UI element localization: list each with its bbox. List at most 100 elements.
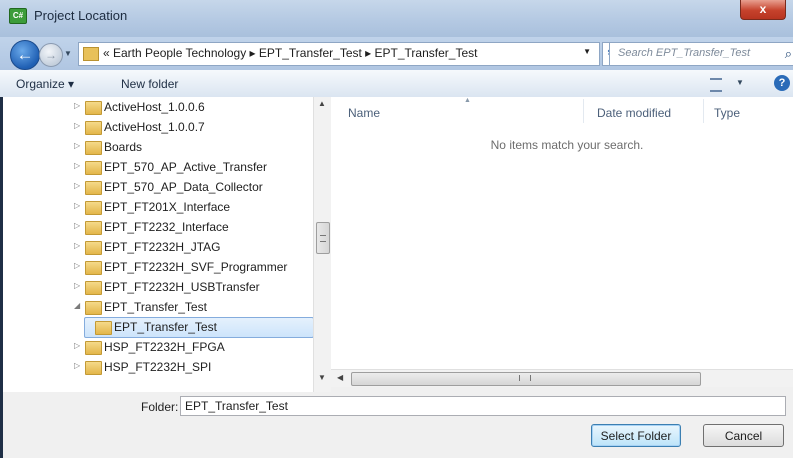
tree-item-label: Boards — [104, 140, 143, 154]
title-bar: C# Project Location x — [0, 0, 793, 37]
tree-item[interactable]: ▷ Boards — [0, 137, 330, 157]
scroll-thumb[interactable] — [351, 372, 701, 386]
expand-arrow-icon[interactable]: ▷ — [74, 221, 80, 230]
tree-item[interactable]: ▷ EPT_FT2232H_SVF_Programmer — [0, 257, 330, 277]
recent-locations-dropdown[interactable]: ▼ — [64, 49, 72, 58]
file-list-pane: ▲ Name Date modified Type No items match… — [331, 97, 793, 369]
column-header-type[interactable]: Type — [714, 106, 740, 120]
tree-item[interactable]: ▷ HSP_FT2232H_SPI — [0, 357, 330, 377]
tree-item-label: EPT_FT2232H_JTAG — [104, 240, 221, 254]
nav-vertical-scrollbar[interactable]: ▲ ▼ — [313, 97, 331, 392]
column-divider[interactable] — [583, 99, 584, 123]
tree-item-label: ActiveHost_1.0.0.6 — [104, 100, 205, 114]
expand-arrow-icon[interactable]: ▷ — [74, 181, 80, 190]
grip-icon — [320, 235, 326, 242]
folder-icon — [85, 261, 102, 275]
folder-icon — [83, 47, 99, 61]
tree-item-label: EPT_FT2232H_USBTransfer — [104, 280, 260, 294]
expand-arrow-icon[interactable]: ▷ — [74, 241, 80, 250]
tree-item-label: EPT_Transfer_Test — [114, 320, 217, 334]
new-folder-button[interactable]: New folder — [121, 77, 178, 91]
close-button[interactable]: x — [740, 0, 786, 20]
expand-arrow-icon[interactable]: ▷ — [74, 101, 80, 110]
search-placeholder: Search EPT_Transfer_Test — [618, 47, 751, 59]
tree-item[interactable]: ▷ ActiveHost_1.0.0.6 — [0, 97, 330, 117]
breadcrumb[interactable]: « Earth People Technology ▸ EPT_Transfer… — [103, 46, 477, 60]
column-header-date-modified[interactable]: Date modified — [597, 106, 671, 120]
folder-label: Folder: — [141, 400, 179, 414]
navigation-pane: ▷ ActiveHost_1.0.0.6 ▷ ActiveHost_1.0.0.7 ▷ B… — [0, 97, 331, 392]
window-left-edge — [0, 97, 3, 458]
tree-item[interactable]: ▷ HSP_FT2232H_FPGA — [0, 337, 330, 357]
scroll-up-icon[interactable]: ▲ — [318, 99, 326, 108]
folder-icon — [85, 221, 102, 235]
folder-icon — [85, 301, 102, 315]
folder-icon — [85, 181, 102, 195]
folder-icon — [85, 241, 102, 255]
help-icon[interactable]: ? — [774, 75, 790, 91]
tree-item[interactable]: ▷ EPT_FT2232H_JTAG — [0, 237, 330, 257]
expand-arrow-icon[interactable]: ▷ — [74, 341, 80, 350]
expand-arrow-icon[interactable]: ▷ — [74, 361, 80, 370]
tree-item[interactable]: ▷ EPT_570_AP_Data_Collector — [0, 177, 330, 197]
scroll-left-icon[interactable]: ◀ — [337, 373, 343, 382]
window-title: Project Location — [34, 8, 128, 23]
expand-arrow-icon[interactable]: ▷ — [74, 141, 80, 150]
dialog-footer: Folder: Select Folder Cancel — [0, 392, 793, 458]
tree-item-label: EPT_FT2232H_SVF_Programmer — [104, 260, 288, 274]
column-divider[interactable] — [703, 99, 704, 123]
tree-item-label: EPT_FT2232_Interface — [104, 220, 229, 234]
expand-arrow-icon[interactable]: ▷ — [74, 161, 80, 170]
back-button[interactable]: ← — [10, 40, 40, 70]
address-bar-row: ← → ▼ « Earth People Technology ▸ EPT_Tr… — [0, 37, 793, 70]
folder-name-input[interactable] — [180, 396, 786, 416]
tree-item[interactable]: ▷ EPT_FT2232H_USBTransfer — [0, 277, 330, 297]
tree-item-label: HSP_FT2232H_FPGA — [104, 340, 225, 354]
horizontal-scrollbar[interactable]: ◀ — [331, 369, 793, 387]
view-dropdown-icon[interactable]: ▼ — [736, 78, 744, 87]
tree-item-label: ActiveHost_1.0.0.7 — [104, 120, 205, 134]
folder-icon — [85, 281, 102, 295]
select-folder-button[interactable]: Select Folder — [591, 424, 681, 447]
tree-item[interactable]: ▷ EPT_570_AP_Active_Transfer — [0, 157, 330, 177]
empty-message: No items match your search. — [490, 138, 644, 152]
tree-item[interactable]: EPT_Transfer_Test — [0, 317, 330, 338]
expand-arrow-icon[interactable]: ▷ — [74, 121, 80, 130]
command-bar: Organize ▾ New folder ▼ ? — [0, 70, 793, 98]
folder-icon — [85, 161, 102, 175]
search-input[interactable]: Search EPT_Transfer_Test ⌕ — [609, 42, 793, 66]
tree-item[interactable]: ▷ EPT_FT201X_Interface — [0, 197, 330, 217]
tree-item-label: HSP_FT2232H_SPI — [104, 360, 212, 374]
tree-item-label: EPT_Transfer_Test — [104, 300, 207, 314]
scroll-down-icon[interactable]: ▼ — [318, 373, 326, 382]
sort-arrow-icon: ▲ — [464, 97, 471, 104]
tree-item-label: EPT_570_AP_Active_Transfer — [104, 160, 267, 174]
view-options-icon[interactable] — [710, 78, 722, 92]
tree-item[interactable]: ◢ EPT_Transfer_Test — [0, 297, 330, 317]
tree-item[interactable]: ▷ ActiveHost_1.0.0.7 — [0, 117, 330, 137]
folder-icon — [85, 361, 102, 375]
app-icon: C# — [9, 8, 27, 24]
expand-arrow-icon[interactable]: ▷ — [74, 201, 80, 210]
search-icon[interactable]: ⌕ — [785, 46, 792, 62]
collapse-arrow-icon[interactable]: ◢ — [74, 301, 80, 310]
expand-arrow-icon[interactable]: ▷ — [74, 281, 80, 290]
tree-item-label: EPT_FT201X_Interface — [104, 200, 231, 214]
scroll-thumb[interactable] — [316, 222, 330, 254]
folder-icon — [85, 341, 102, 355]
folder-icon — [85, 201, 102, 215]
address-dropdown-icon[interactable]: ▼ — [583, 47, 591, 56]
organize-button[interactable]: Organize ▾ — [16, 77, 74, 91]
expand-arrow-icon[interactable]: ▷ — [74, 261, 80, 270]
tree-item[interactable]: ▷ EPT_FT2232_Interface — [0, 217, 330, 237]
address-bar[interactable]: « Earth People Technology ▸ EPT_Transfer… — [78, 42, 600, 66]
folder-icon — [85, 141, 102, 155]
cancel-button[interactable]: Cancel — [703, 424, 784, 447]
folder-icon — [85, 121, 102, 135]
project-location-dialog: C# Project Location x ← → ▼ « Earth Peop… — [0, 0, 793, 458]
grip-icon — [519, 375, 531, 381]
forward-button[interactable]: → — [39, 43, 63, 67]
folder-icon — [85, 101, 102, 115]
tree-item-label: EPT_570_AP_Data_Collector — [104, 180, 263, 194]
column-header-name[interactable]: Name — [348, 106, 380, 120]
